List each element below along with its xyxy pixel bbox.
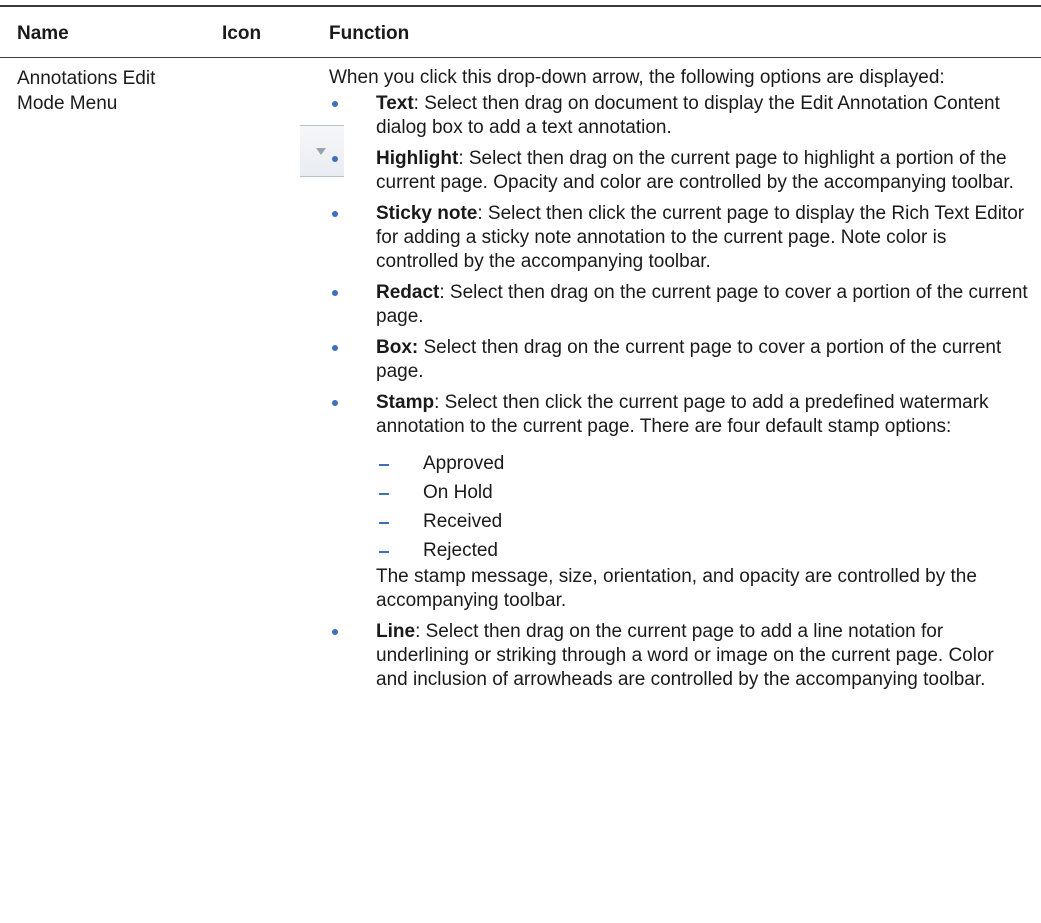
header-rule <box>0 57 1041 58</box>
description: : Select then drag on the current page t… <box>376 148 1014 193</box>
header-icon: Icon <box>222 23 262 44</box>
description: : Select then drag on the current page t… <box>376 621 994 690</box>
header-name: Name <box>17 23 69 44</box>
term: Box: <box>376 337 419 358</box>
term: Stamp <box>376 392 435 413</box>
stamp-note: The stamp message, size, orientation, an… <box>376 566 977 611</box>
description: : Select then drag on the current page t… <box>376 282 1028 327</box>
stamp-option: Received <box>376 507 1029 536</box>
list-item-box: Box: Select then drag on the current pag… <box>329 336 1029 384</box>
option-list: Text: Select then drag on document to di… <box>329 92 1029 692</box>
list-item-redact: Redact: Select then drag on the current … <box>329 281 1029 329</box>
function-cell: When you click this drop-down arrow, the… <box>329 66 1029 692</box>
triangle-down-icon <box>316 148 326 155</box>
list-item-highlight: Highlight: Select then drag on the curre… <box>329 147 1029 195</box>
stamp-option: Approved <box>376 449 1029 478</box>
term: Line <box>376 621 416 642</box>
term: Redact <box>376 282 440 303</box>
stamp-option: Rejected <box>376 536 1029 565</box>
list-item-stamp: Stamp: Select then click the current pag… <box>329 391 1029 613</box>
description: : Select then click the current page to … <box>376 392 989 437</box>
term: Text <box>376 93 414 114</box>
row-name: Annotations Edit Mode Menu <box>17 68 156 114</box>
term: Sticky note <box>376 203 478 224</box>
stamp-option: On Hold <box>376 478 1029 507</box>
stamp-option-list: Approved On Hold Received Rejected <box>376 449 1029 565</box>
list-item-text: Text: Select then drag on document to di… <box>329 92 1029 140</box>
term: Highlight <box>376 148 459 169</box>
header-function: Function <box>329 23 410 44</box>
description: Select then drag on the current page to … <box>376 337 1002 382</box>
list-item-line: Line: Select then drag on the current pa… <box>329 620 1029 692</box>
table-top-rule <box>0 5 1041 7</box>
function-intro: When you click this drop-down arrow, the… <box>329 67 945 88</box>
description: : Select then drag on document to displa… <box>376 93 1000 138</box>
list-item-sticky-note: Sticky note: Select then click the curre… <box>329 202 1029 274</box>
